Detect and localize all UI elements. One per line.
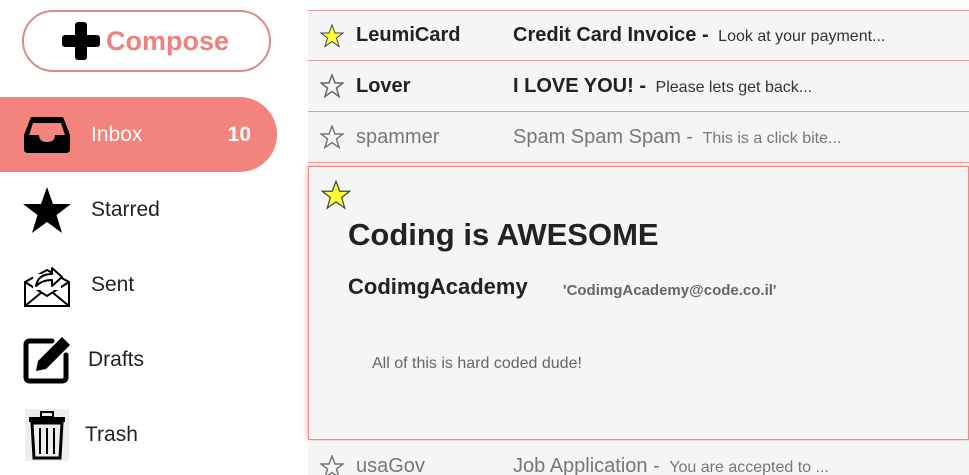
star-icon <box>20 183 74 237</box>
preview-body: All of this is hard coded dude! <box>372 355 582 372</box>
email-subject-line: Spam Spam Spam - This is a click bite... <box>513 126 841 149</box>
sidebar-item-label: Sent <box>91 272 135 296</box>
preview-sender-name: CodimgAcademy <box>348 274 528 299</box>
plus-icon <box>62 22 100 60</box>
email-snippet: Look at your payment... <box>718 28 886 45</box>
trash-icon <box>20 408 74 462</box>
star-toggle-icon[interactable] <box>320 179 352 210</box>
email-snippet: This is a click bite... <box>702 129 842 147</box>
email-subject: Job Application <box>513 455 648 475</box>
email-subject: I LOVE YOU! <box>513 74 634 97</box>
star-toggle-icon[interactable] <box>319 23 345 48</box>
sidebar-item-inbox[interactable]: Inbox 10 <box>0 97 277 172</box>
unread-count-badge: 10 <box>227 122 251 146</box>
email-row[interactable]: usaGov Job Application - You are accepte… <box>308 441 969 475</box>
email-list: LeumiCard Credit Card Invoice - Look at … <box>308 0 969 475</box>
star-toggle-icon[interactable] <box>318 72 346 99</box>
preview-sender-email: 'CodimgAcademy@code.co.il' <box>563 282 777 299</box>
email-sender: LeumiCard <box>356 24 461 46</box>
sidebar-item-label: Trash <box>85 422 138 446</box>
email-sender: spammer <box>356 125 440 148</box>
email-subject-line: Credit Card Invoice - Look at your payme… <box>513 24 885 47</box>
star-toggle-icon[interactable] <box>318 453 346 475</box>
compose-button[interactable]: Compose <box>22 10 271 72</box>
sidebar-item-sent[interactable]: Sent <box>0 247 290 322</box>
email-subject: Spam Spam Spam <box>513 125 681 148</box>
email-preview: Coding is AWESOME CodimgAcademy 'CodimgA… <box>308 166 969 440</box>
email-snippet: Please lets get back... <box>655 78 813 96</box>
compose-label: Compose <box>106 25 230 56</box>
inbox-icon <box>20 108 74 162</box>
subject-separator: - <box>647 455 666 475</box>
email-sender: Lover <box>356 74 411 97</box>
sent-icon <box>20 258 74 312</box>
sidebar-item-drafts[interactable]: Drafts <box>0 322 290 397</box>
email-sender: usaGov <box>356 455 425 475</box>
email-subject-line: Job Application - You are accepted to ..… <box>513 455 829 475</box>
drafts-icon <box>20 333 74 387</box>
sidebar-item-starred[interactable]: Starred <box>0 172 290 247</box>
folder-nav: Inbox 10 Starred Sent Drafts Trash <box>0 97 290 472</box>
email-row[interactable]: Lover I LOVE YOU! - Please lets get back… <box>308 61 969 112</box>
sidebar: Compose Inbox 10 Starred Sent Drafts Tra… <box>0 0 290 475</box>
email-subject: Credit Card Invoice <box>513 24 697 46</box>
email-row[interactable]: LeumiCard Credit Card Invoice - Look at … <box>308 10 969 61</box>
sidebar-item-label: Drafts <box>88 347 145 371</box>
email-row[interactable]: spammer Spam Spam Spam - This is a click… <box>308 112 969 163</box>
sidebar-item-label: Inbox <box>91 122 143 146</box>
sidebar-item-trash[interactable]: Trash <box>0 397 290 472</box>
sidebar-item-label: Starred <box>91 197 160 221</box>
preview-subject: Coding is AWESOME <box>348 217 659 252</box>
subject-separator: - <box>680 125 699 148</box>
email-snippet: You are accepted to ... <box>669 459 829 475</box>
star-toggle-icon[interactable] <box>318 123 346 150</box>
subject-separator: - <box>696 24 715 46</box>
email-subject-line: I LOVE YOU! - Please lets get back... <box>513 75 812 98</box>
subject-separator: - <box>633 74 652 97</box>
mail-app: Compose Inbox 10 Starred Sent Drafts Tra… <box>0 0 969 475</box>
